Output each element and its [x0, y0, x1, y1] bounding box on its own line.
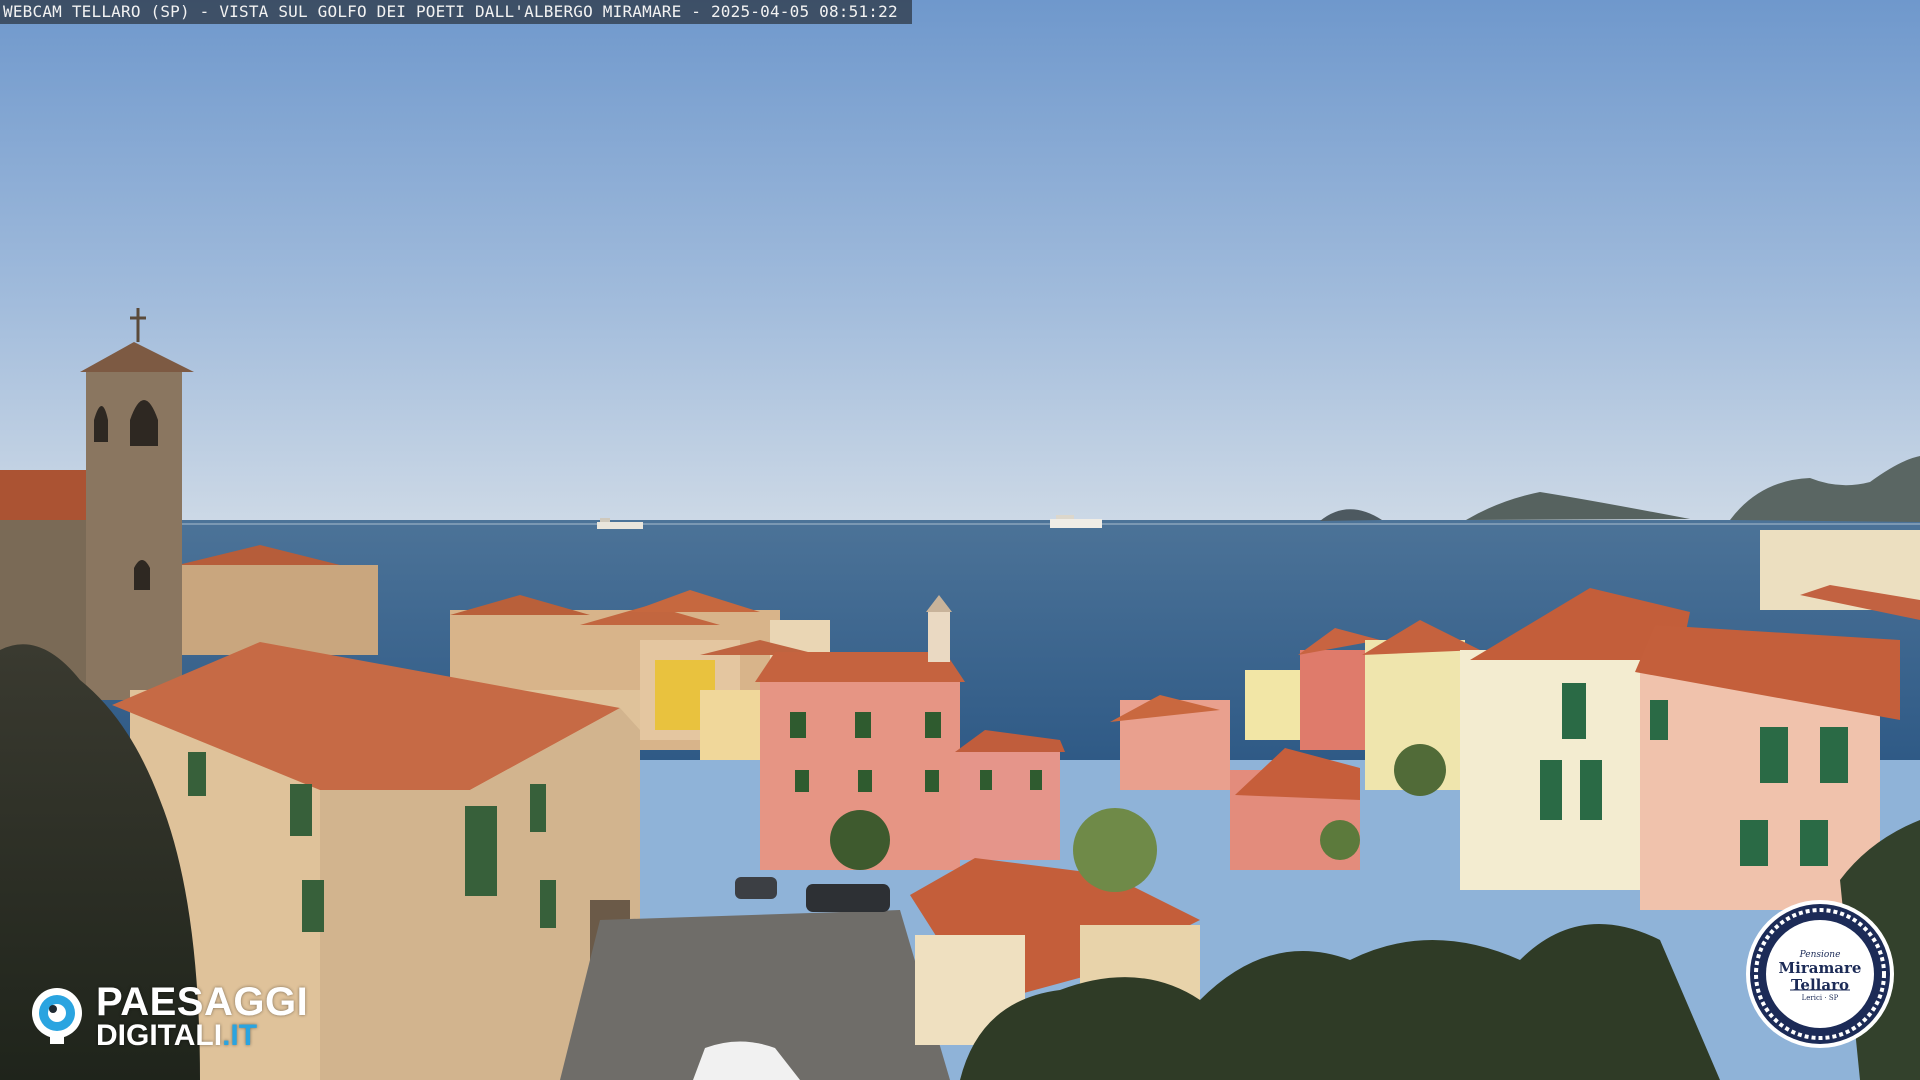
- paesaggi-digitali-logo: PAESAGGI DIGITALI.IT: [28, 980, 348, 1052]
- webcam-scene: [0, 0, 1920, 1080]
- miramare-tellaro-badge: Pensione Miramare Tellaro Lerici · SP: [1744, 898, 1896, 1050]
- webcam-caption: WEBCAM TELLARO (SP) - VISTA SUL GOLFO DE…: [0, 0, 912, 24]
- logo-text-paesaggi: PAESAGGI: [96, 980, 309, 1024]
- badge-name: Miramare Tellaro: [1744, 960, 1896, 994]
- logo-text-digitali-main: DIGITALI: [96, 1019, 223, 1052]
- logo-text-digitali: DIGITALI.IT: [96, 1020, 257, 1052]
- eye-icon: [32, 988, 82, 1044]
- sky: [0, 0, 1920, 525]
- badge-name-line1: Miramare: [1778, 959, 1862, 977]
- badge-sub-text: Lerici · SP: [1801, 994, 1839, 1002]
- badge-text: Pensione Miramare Tellaro Lerici · SP: [1744, 898, 1896, 1050]
- badge-name-line2: Tellaro: [1790, 976, 1849, 994]
- logo-text-tld: .IT: [222, 1019, 258, 1052]
